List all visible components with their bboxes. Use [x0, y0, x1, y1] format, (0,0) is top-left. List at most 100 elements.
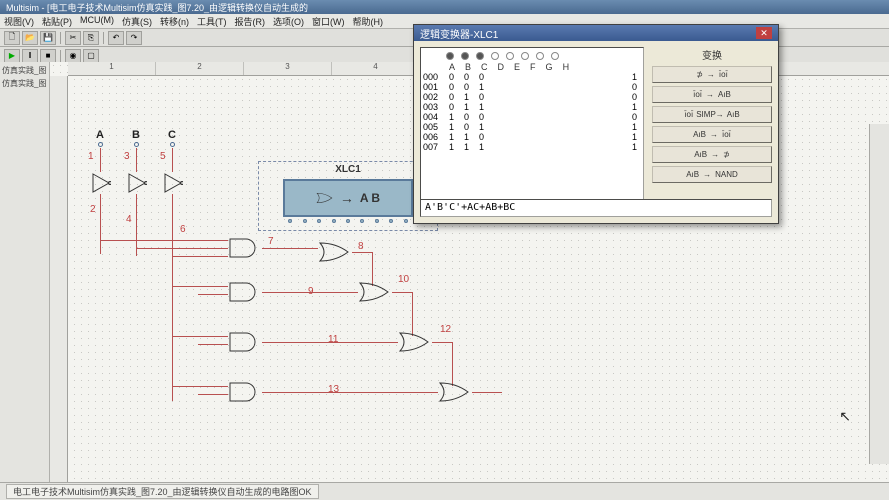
- net-2: 2: [90, 204, 96, 215]
- tb-save[interactable]: 💾: [40, 31, 56, 45]
- tb-stop[interactable]: ■: [40, 49, 56, 63]
- logic-converter-dialog[interactable]: 逻辑变换器-XLC1 ✕ ABCDEFGH 000000100100100020…: [413, 24, 779, 224]
- or-gate-4[interactable]: [438, 381, 472, 403]
- xlc1-component[interactable]: XLC1 → A B: [258, 161, 438, 231]
- pin-b[interactable]: [134, 142, 139, 147]
- truth-table-row[interactable]: 0041000: [423, 112, 641, 122]
- menu-help[interactable]: 帮助(H): [353, 15, 384, 27]
- truth-table-row[interactable]: 0010010: [423, 82, 641, 92]
- wire: [198, 344, 228, 345]
- or-gate-3[interactable]: [398, 331, 432, 353]
- net-13: 13: [328, 384, 339, 395]
- truth-table-row[interactable]: 0051011: [423, 122, 641, 132]
- multisim-window: Multisim - [电工电子技术Multisim仿真实践_图7.20_由逻辑…: [0, 0, 889, 500]
- tb-undo[interactable]: ↶: [108, 31, 124, 45]
- xlc1-pins: [283, 219, 413, 223]
- truth-table-row[interactable]: 0030111: [423, 102, 641, 112]
- wire: [198, 394, 228, 395]
- tb-redo[interactable]: ↷: [126, 31, 142, 45]
- net-5: 5: [160, 151, 166, 162]
- menu-view[interactable]: 视图(V): [4, 15, 34, 27]
- wire: [172, 256, 228, 257]
- conversion-button[interactable]: ⊅→ı̄oı̄: [652, 66, 772, 83]
- close-button[interactable]: ✕: [756, 27, 772, 39]
- tree-item[interactable]: 仿真实践_图7.20: [2, 64, 47, 77]
- menu-paste[interactable]: 粘贴(P): [42, 15, 72, 27]
- conversion-button[interactable]: AıB→⊅: [652, 146, 772, 163]
- wire: [172, 194, 173, 259]
- variable-toggles[interactable]: [423, 50, 641, 62]
- wire: [262, 392, 438, 393]
- dialog-title-bar[interactable]: 逻辑变换器-XLC1 ✕: [414, 25, 778, 41]
- title-bar: Multisim - [电工电子技术Multisim仿真实践_图7.20_由逻辑…: [0, 0, 889, 14]
- ruler-vertical: [50, 76, 68, 482]
- wire: [136, 248, 228, 249]
- conversion-title: 变换: [652, 47, 772, 62]
- tb-copy[interactable]: ⎘: [83, 31, 99, 45]
- wire: [452, 342, 453, 386]
- tree-item[interactable]: 仿真实践_图7.: [2, 77, 47, 90]
- net-1: 1: [88, 151, 94, 162]
- menu-reports[interactable]: 报告(R): [235, 15, 266, 27]
- wire: [198, 294, 228, 295]
- conversion-button[interactable]: ı̄oı̄→AıB: [652, 86, 772, 103]
- inverter-b[interactable]: [127, 172, 147, 194]
- net-12: 12: [440, 324, 451, 335]
- wire: [172, 286, 228, 287]
- wire: [136, 148, 137, 172]
- tb-open[interactable]: 📂: [22, 31, 38, 45]
- truth-table-row[interactable]: 0000001: [423, 72, 641, 82]
- or-gate-2[interactable]: [358, 281, 392, 303]
- wire: [352, 252, 372, 253]
- tb-misc2[interactable]: ▢: [83, 49, 99, 63]
- net-6: 6: [180, 224, 186, 235]
- input-a-label: A: [96, 129, 104, 141]
- wire: [262, 292, 358, 293]
- wire: [392, 292, 412, 293]
- wire: [100, 194, 101, 254]
- expression-field[interactable]: A'B'C'+AC+AB+BC: [420, 199, 772, 217]
- and-gate-3[interactable]: [228, 331, 262, 353]
- and-gate-2[interactable]: [228, 281, 262, 303]
- design-tree[interactable]: 仿真实践_图7.20 仿真实践_图7.: [0, 62, 50, 482]
- tb-cut[interactable]: ✂: [65, 31, 81, 45]
- net-4: 4: [126, 214, 132, 225]
- truth-table-row[interactable]: 0071111: [423, 142, 641, 152]
- wire: [100, 148, 101, 172]
- menu-options[interactable]: 选项(O): [273, 15, 304, 27]
- pin-c[interactable]: [170, 142, 175, 147]
- status-tab[interactable]: 电工电子技术Multisim仿真实践_图7.20_由逻辑转换仪自动生成的电路图O…: [6, 484, 319, 499]
- menu-simulate[interactable]: 仿真(S): [122, 15, 152, 27]
- conversion-button[interactable]: AıB→NAND: [652, 166, 772, 183]
- xlc1-label: XLC1: [259, 164, 437, 175]
- inverter-a[interactable]: [91, 172, 111, 194]
- menu-tools[interactable]: 工具(T): [197, 15, 227, 27]
- truth-table[interactable]: ABCDEFGH 0000001001001000201000030111004…: [420, 47, 644, 217]
- conversion-button[interactable]: AıB→ı̄oı̄: [652, 126, 772, 143]
- tb-pause[interactable]: ‖: [22, 49, 38, 63]
- wire: [472, 392, 502, 393]
- truth-table-row[interactable]: 0061101: [423, 132, 641, 142]
- wire: [172, 386, 228, 387]
- net-11: 11: [328, 334, 338, 345]
- xlc1-ab: A B: [360, 191, 380, 205]
- tb-new[interactable]: 🗋: [4, 31, 20, 45]
- truth-table-row[interactable]: 0020100: [423, 92, 641, 102]
- dialog-body: ABCDEFGH 0000001001001000201000030111004…: [414, 41, 778, 223]
- tb-run[interactable]: ▶: [4, 49, 20, 63]
- or-gate-1[interactable]: [318, 241, 352, 263]
- wire: [172, 336, 228, 337]
- wire: [172, 256, 173, 401]
- menu-transfer[interactable]: 转移(n): [160, 15, 189, 27]
- net-7: 7: [268, 236, 274, 247]
- pin-a[interactable]: [98, 142, 103, 147]
- conversion-button[interactable]: ı̄oı̄SIMP→AıB: [652, 106, 772, 123]
- menu-window[interactable]: 窗口(W): [312, 15, 345, 27]
- instrument-toolbar[interactable]: [869, 124, 889, 464]
- mouse-cursor-icon: ↖: [839, 408, 851, 425]
- inverter-c[interactable]: [163, 172, 183, 194]
- tb-misc[interactable]: ◉: [65, 49, 81, 63]
- menu-mcu[interactable]: MCU(M): [80, 15, 114, 27]
- and-gate-4[interactable]: [228, 381, 262, 403]
- and-gate-1[interactable]: [228, 237, 262, 259]
